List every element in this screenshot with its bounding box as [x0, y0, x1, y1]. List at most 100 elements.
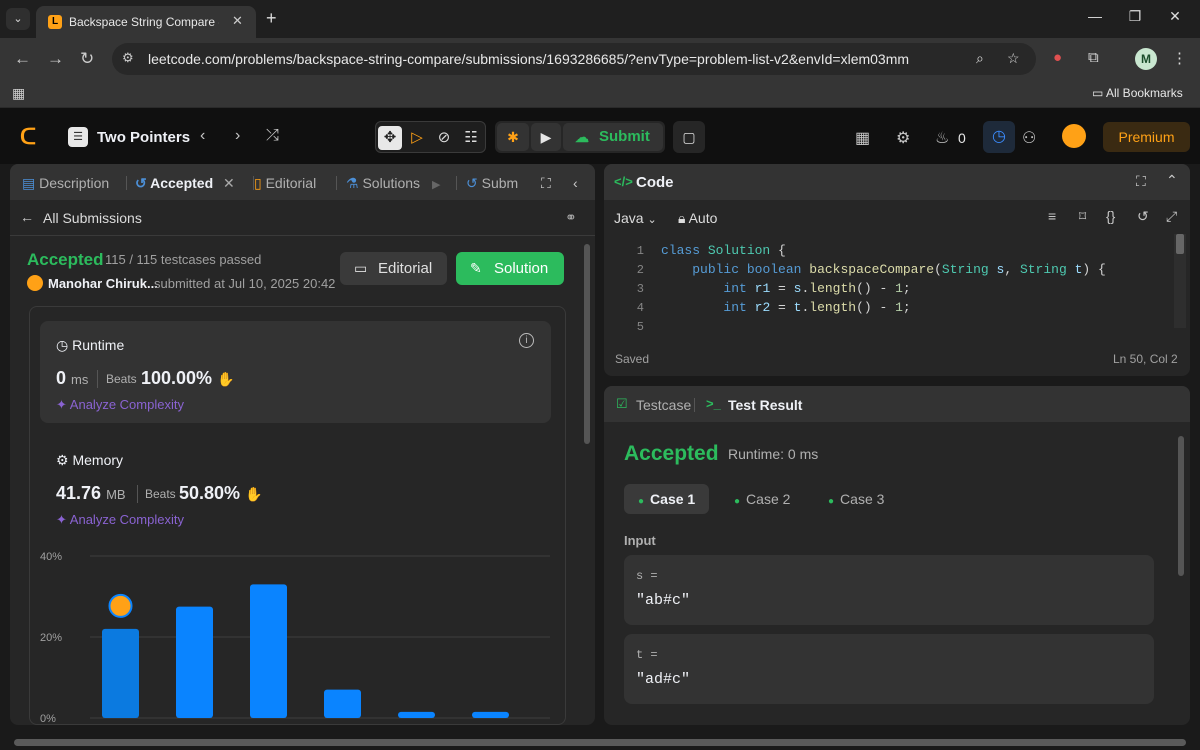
bookmark-star-icon[interactable]: ☆ [1007, 50, 1020, 67]
fullscreen-icon[interactable]: ⤢ [1166, 208, 1177, 225]
all-bookmarks-link[interactable]: ▭ All Bookmarks [1092, 86, 1183, 100]
language-select[interactable]: Java ⌄ [614, 210, 657, 226]
auto-mode-select[interactable]: 🔒︎ Auto [678, 210, 717, 227]
notes-button[interactable]: ▢ [673, 121, 705, 153]
browser-tab[interactable]: L Backspace String Compare - Le ✕ [36, 6, 256, 38]
apps-grid-icon[interactable]: ▦ [12, 85, 25, 102]
chart-bar[interactable] [398, 711, 435, 718]
eye-off-icon[interactable]: ⊘ [432, 126, 456, 150]
premium-button[interactable]: Premium [1103, 122, 1190, 152]
tab-testcase[interactable]: Testcase [636, 397, 691, 413]
forward-icon[interactable]: → [47, 49, 64, 69]
more-menu-icon[interactable]: ⋮ [1172, 49, 1187, 67]
debug-button[interactable]: ✱ [497, 123, 529, 151]
tab-description[interactable]: ▤ Description [22, 175, 109, 192]
leetcode-logo-icon[interactable]: ᑕ [20, 124, 44, 149]
collapse-icon[interactable]: ‹ [573, 175, 578, 191]
braces-icon[interactable]: {} [1106, 208, 1115, 224]
runtime-unit: ms [71, 372, 89, 387]
testcases-passed: 115 / 115 testcases passed [105, 252, 262, 267]
solution-button[interactable]: ✎ Solution [456, 252, 564, 285]
language-label: Java [614, 210, 644, 226]
code-editor[interactable]: 1 2 3 4 5 class Solution { public boolea… [604, 240, 1190, 334]
address-bar[interactable]: ⚙ leetcode.com/problems/backspace-string… [112, 43, 1036, 75]
move-icon[interactable]: ✥ [378, 126, 402, 150]
format-icon[interactable]: ≡ [1048, 208, 1056, 224]
problem-list-icon[interactable]: ☰ [68, 127, 88, 147]
chart-bar[interactable] [250, 584, 287, 718]
tab-solutions[interactable]: ⚗ Solutions ▶ [346, 175, 440, 192]
maximize-icon[interactable]: ⛶ [1136, 173, 1146, 190]
play-outline-icon[interactable]: ▷ [405, 126, 429, 150]
code-scrollbar[interactable] [1174, 234, 1186, 328]
streak-flame-icon[interactable]: ♨ [935, 128, 949, 148]
reset-icon[interactable]: ↺ [1137, 208, 1149, 225]
back-icon[interactable]: ← [14, 49, 31, 69]
extensions-puzzle-icon[interactable]: ⧉ [1088, 49, 1099, 66]
tab-editorial[interactable]: ▯ Editorial [254, 175, 316, 192]
timer-button[interactable]: ◷ [983, 121, 1015, 153]
prev-problem-icon[interactable]: ‹ [200, 127, 205, 145]
problem-list-title[interactable]: Two Pointers [97, 129, 190, 146]
editorial-button-label: Editorial [378, 260, 433, 277]
tab-test-result[interactable]: Test Result [728, 397, 802, 413]
profile-avatar[interactable]: M [1135, 48, 1157, 70]
add-user-icon[interactable]: ⚇ [1022, 128, 1036, 148]
analyze-complexity-link[interactable]: ✦ Analyze Complexity [56, 512, 184, 528]
analyze-complexity-link[interactable]: ✦ Analyze Complexity [56, 397, 184, 413]
submission-status: Accepted [27, 250, 104, 269]
runtime-card[interactable]: ◷ Runtime i 0 ms Beats 100.00% ✋ ✦ Analy… [40, 321, 551, 423]
saved-status: Saved [615, 352, 650, 366]
variable-value[interactable]: "ab#c" [636, 592, 690, 609]
layout-grid-icon[interactable]: ▦ [855, 128, 870, 148]
variable-value[interactable]: "ad#c" [636, 671, 690, 688]
tab-accepted[interactable]: ↺ Accepted ✕ [135, 175, 235, 192]
left-scrollbar[interactable] [584, 244, 590, 444]
back-arrow-icon[interactable]: ← [20, 209, 34, 225]
bookmark-icon[interactable]: ⌑ [1079, 208, 1086, 225]
horizontal-scrollbar[interactable] [0, 735, 1200, 750]
cloud-upload-icon: ☁ [575, 129, 589, 145]
chart-bar[interactable] [324, 689, 361, 718]
extension-icon[interactable]: ● [1053, 49, 1062, 66]
info-icon[interactable]: i [519, 333, 534, 348]
settings-gear-icon[interactable]: ⚙ [896, 128, 910, 148]
run-button[interactable]: ▶ [531, 123, 561, 151]
reload-icon[interactable]: ↻ [80, 49, 94, 69]
tab-search-button[interactable]: ⌄ [6, 8, 30, 30]
shuffle-icon[interactable]: ⤮ [266, 127, 279, 145]
url-text[interactable]: leetcode.com/problems/backspace-string-c… [148, 51, 909, 67]
result-scrollbar[interactable] [1178, 436, 1184, 576]
minimize-icon[interactable]: — [1080, 8, 1110, 24]
restore-icon[interactable]: ❐ [1120, 8, 1150, 25]
submit-button[interactable]: ☁ Submit [563, 123, 663, 151]
new-tab-icon[interactable]: + [266, 8, 277, 29]
close-window-icon[interactable]: ✕ [1160, 8, 1190, 25]
input-label: Input [624, 533, 656, 548]
your-submission-avatar-marker[interactable] [108, 593, 133, 618]
tab-submissions[interactable]: ↺ Subm [466, 175, 518, 192]
submitter-name[interactable]: Manohar Chiruk... [48, 276, 158, 291]
chart-bar[interactable] [176, 606, 213, 718]
maximize-icon[interactable]: ⛶ [541, 175, 551, 192]
case-tab-1[interactable]: ● Case 1 [624, 484, 710, 514]
code-scrollbar-thumb[interactable] [1176, 234, 1184, 254]
tab-close-icon[interactable]: ✕ [223, 175, 235, 191]
next-problem-icon[interactable]: › [235, 127, 240, 145]
chart-bar[interactable] [102, 628, 139, 718]
link-icon[interactable]: ⚭ [565, 209, 577, 226]
horizontal-scrollbar-thumb[interactable] [14, 739, 1186, 746]
zoom-icon[interactable]: ⌕ [976, 50, 984, 67]
editorial-button[interactable]: ▭ Editorial [340, 252, 447, 285]
collapse-up-icon[interactable]: ⌃ [1166, 172, 1178, 189]
sliders-icon[interactable]: ☷ [459, 126, 483, 150]
memory-beats-label: Beats [145, 487, 176, 501]
chart-bar[interactable] [472, 711, 509, 718]
all-submissions-link[interactable]: All Submissions [43, 210, 142, 226]
submitter-avatar[interactable] [27, 275, 43, 291]
case-tab-3[interactable]: ● Case 3 [814, 484, 898, 514]
tab-close-icon[interactable]: ✕ [232, 13, 243, 29]
user-avatar[interactable] [1062, 124, 1086, 148]
site-info-icon[interactable]: ⚙ [122, 50, 134, 66]
case-tab-2[interactable]: ● Case 2 [720, 484, 804, 514]
